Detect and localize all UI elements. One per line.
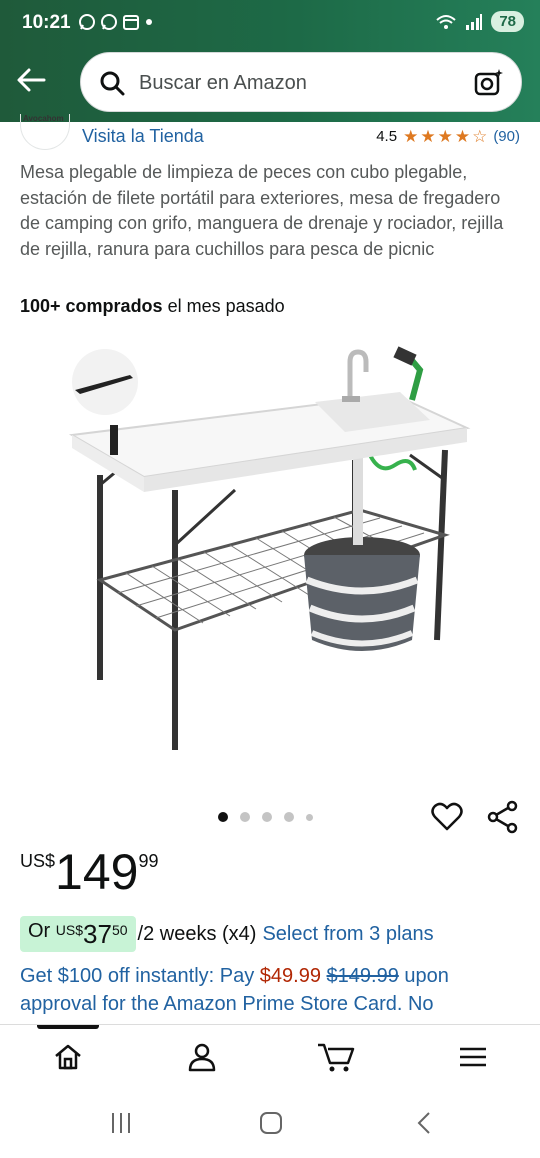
price: US$ 149 99 [20, 845, 158, 899]
dot-icon [146, 19, 152, 25]
home-icon[interactable] [52, 1041, 84, 1073]
installment-terms: /2 weeks (x4) [137, 922, 257, 945]
search-icon [100, 71, 125, 96]
carousel-dot[interactable] [306, 813, 313, 821]
calendar-icon [123, 15, 139, 30]
status-bar: 10:21 78 [0, 0, 540, 48]
product-title: Mesa plegable de limpieza de peces con c… [20, 162, 504, 259]
review-count: (90) [493, 128, 520, 145]
store-logo[interactable]: Avocahom [20, 114, 70, 150]
rating-value: 4.5 [376, 128, 398, 145]
whatsapp-icon [79, 14, 95, 30]
star-icon: ★ [454, 127, 471, 146]
bought-count: 100+ comprados el mes pasado [20, 296, 285, 316]
select-plans-link[interactable]: Select from 3 plans [262, 923, 433, 946]
home-button-icon[interactable] [258, 1110, 284, 1136]
wifi-icon [436, 14, 456, 29]
carousel-dot[interactable] [262, 812, 272, 822]
star-icon: ★ [437, 127, 453, 146]
whatsapp-icon [101, 14, 117, 30]
search-placeholder: Buscar en Amazon [139, 72, 307, 94]
image-carousel-dots[interactable] [218, 812, 313, 822]
installment-plan: Or US$ 37 50 /2 weeks (x4) Select from 3… [20, 916, 434, 952]
visit-store-link[interactable]: Visita la Tienda [82, 126, 204, 147]
price-currency: US$ [20, 851, 56, 871]
signal-icon [466, 13, 483, 30]
price-fraction: 99 [138, 851, 159, 871]
system-nav-bar [0, 1090, 540, 1158]
cart-icon[interactable] [316, 1041, 356, 1073]
active-tab-indicator [37, 1025, 99, 1029]
bottom-nav [0, 1024, 540, 1090]
carousel-dot[interactable] [218, 812, 228, 822]
recent-apps-icon[interactable] [108, 1110, 134, 1136]
heart-icon[interactable] [430, 800, 464, 834]
menu-icon[interactable] [458, 1041, 488, 1073]
installment-badge: Or US$ 37 50 [20, 916, 136, 952]
system-back-icon[interactable] [412, 1110, 438, 1136]
top-bar: 10:21 78 Buscar en Amazon [0, 0, 540, 122]
battery-indicator: 78 [491, 11, 524, 32]
star-icon: ★ [403, 127, 419, 146]
carousel-dot[interactable] [284, 812, 294, 822]
status-time: 10:21 [22, 12, 71, 33]
carousel-dot[interactable] [240, 812, 250, 822]
star-icon: ★ [420, 127, 436, 146]
store-row: Avocahom Visita la Tienda 4.5 ★ ★ ★ ★ ☆ … [0, 114, 540, 152]
user-icon[interactable] [186, 1041, 218, 1073]
system-icons: 78 [435, 11, 524, 32]
notification-icons [78, 13, 154, 31]
rating[interactable]: 4.5 ★ ★ ★ ★ ☆ (90) [376, 128, 520, 145]
product-image[interactable] [60, 340, 480, 760]
price-whole: 149 [55, 844, 139, 900]
camera-search-icon[interactable] [473, 67, 505, 99]
card-offer[interactable]: Get $100 off instantly: Pay $49.99 $149.… [20, 962, 520, 1018]
search-bar[interactable]: Buscar en Amazon [80, 52, 522, 112]
half-star-icon: ☆ [472, 127, 488, 146]
back-arrow-icon[interactable] [14, 64, 50, 96]
share-icon[interactable] [486, 800, 520, 834]
